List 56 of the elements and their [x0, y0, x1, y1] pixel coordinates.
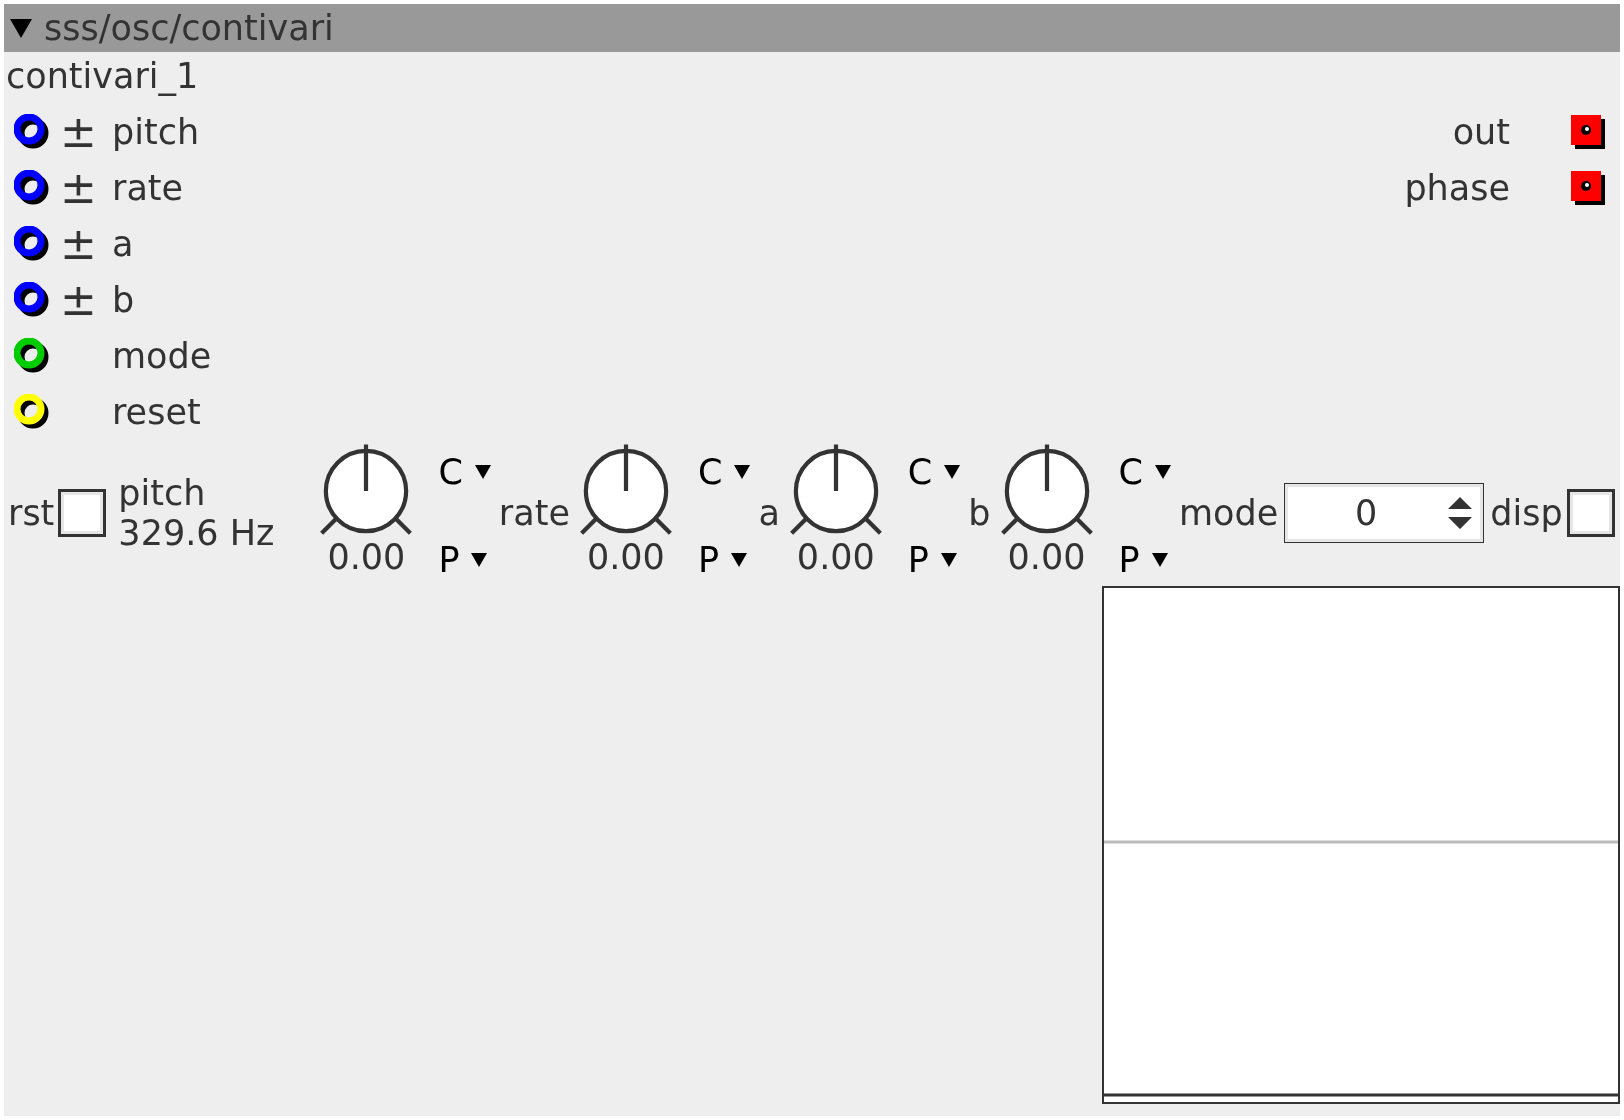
caret-icon — [734, 465, 751, 479]
bipolar-sign: ± — [60, 278, 92, 322]
option-dropdown[interactable]: P — [907, 540, 961, 580]
option-dropdown[interactable]: C — [438, 452, 491, 492]
caret-icon — [471, 553, 488, 567]
input-label: mode — [112, 338, 212, 374]
collapse-triangle-icon[interactable] — [10, 17, 32, 39]
checkbox[interactable] — [1566, 489, 1615, 537]
input-port-icon[interactable] — [14, 282, 50, 318]
caret-icon — [940, 553, 957, 567]
option-dropdown[interactable]: P — [438, 540, 491, 580]
knob-value: 0.00 — [586, 536, 665, 579]
input-port-icon[interactable] — [14, 114, 50, 150]
bipolar-sign: ± — [60, 110, 92, 154]
bipolar-sign: ± — [60, 222, 92, 266]
caret-icon — [1151, 553, 1168, 567]
option-dropdown[interactable]: P — [697, 540, 751, 580]
output-port-icon[interactable] — [1570, 114, 1606, 150]
knob-label: b — [968, 492, 991, 534]
up-down-arrows-icon[interactable] — [1447, 495, 1474, 531]
checkbox-label: rst — [8, 492, 55, 534]
bipolar-sign: ± — [60, 166, 92, 210]
knob-value: 0.00 — [1007, 536, 1086, 579]
knob-value: 0.00 — [796, 536, 875, 579]
input-label: rate — [112, 170, 184, 206]
caret-icon — [474, 465, 491, 479]
readout-label: pitch — [118, 472, 207, 513]
output-port-icon[interactable] — [1570, 170, 1606, 206]
input-label: a — [112, 226, 134, 262]
output-label: out — [1452, 114, 1510, 150]
checkbox[interactable] — [58, 489, 107, 537]
input-port-icon[interactable] — [14, 338, 50, 374]
option-dropdown[interactable]: C — [907, 452, 961, 492]
knob-label: a — [758, 492, 780, 534]
checkbox-label: disp — [1490, 492, 1563, 534]
caret-icon — [731, 553, 748, 567]
output-label: phase — [1404, 170, 1510, 206]
input-label: pitch — [112, 114, 200, 150]
option-dropdown[interactable]: C — [697, 452, 751, 492]
instance-name: contivari_1 — [5, 55, 199, 98]
module-path: sss/osc/contivari — [44, 10, 334, 46]
input-label: b — [112, 282, 135, 318]
readout-value: 329.6 Hz — [118, 513, 275, 554]
title-bar[interactable]: sss/osc/contivari — [4, 4, 1620, 52]
input-label: reset — [112, 394, 201, 430]
option-dropdown[interactable]: P — [1118, 540, 1171, 580]
caret-icon — [944, 465, 961, 479]
input-port-icon[interactable] — [14, 394, 50, 430]
caret-icon — [1154, 465, 1171, 479]
knob-value: 0.00 — [327, 536, 406, 579]
knob-label: rate — [498, 492, 570, 534]
option-dropdown[interactable]: C — [1118, 452, 1171, 492]
input-port-icon[interactable] — [14, 170, 50, 206]
spinbox[interactable]: 0 — [1284, 483, 1485, 543]
spinbox-label: mode — [1178, 492, 1279, 534]
input-port-icon[interactable] — [14, 226, 50, 262]
